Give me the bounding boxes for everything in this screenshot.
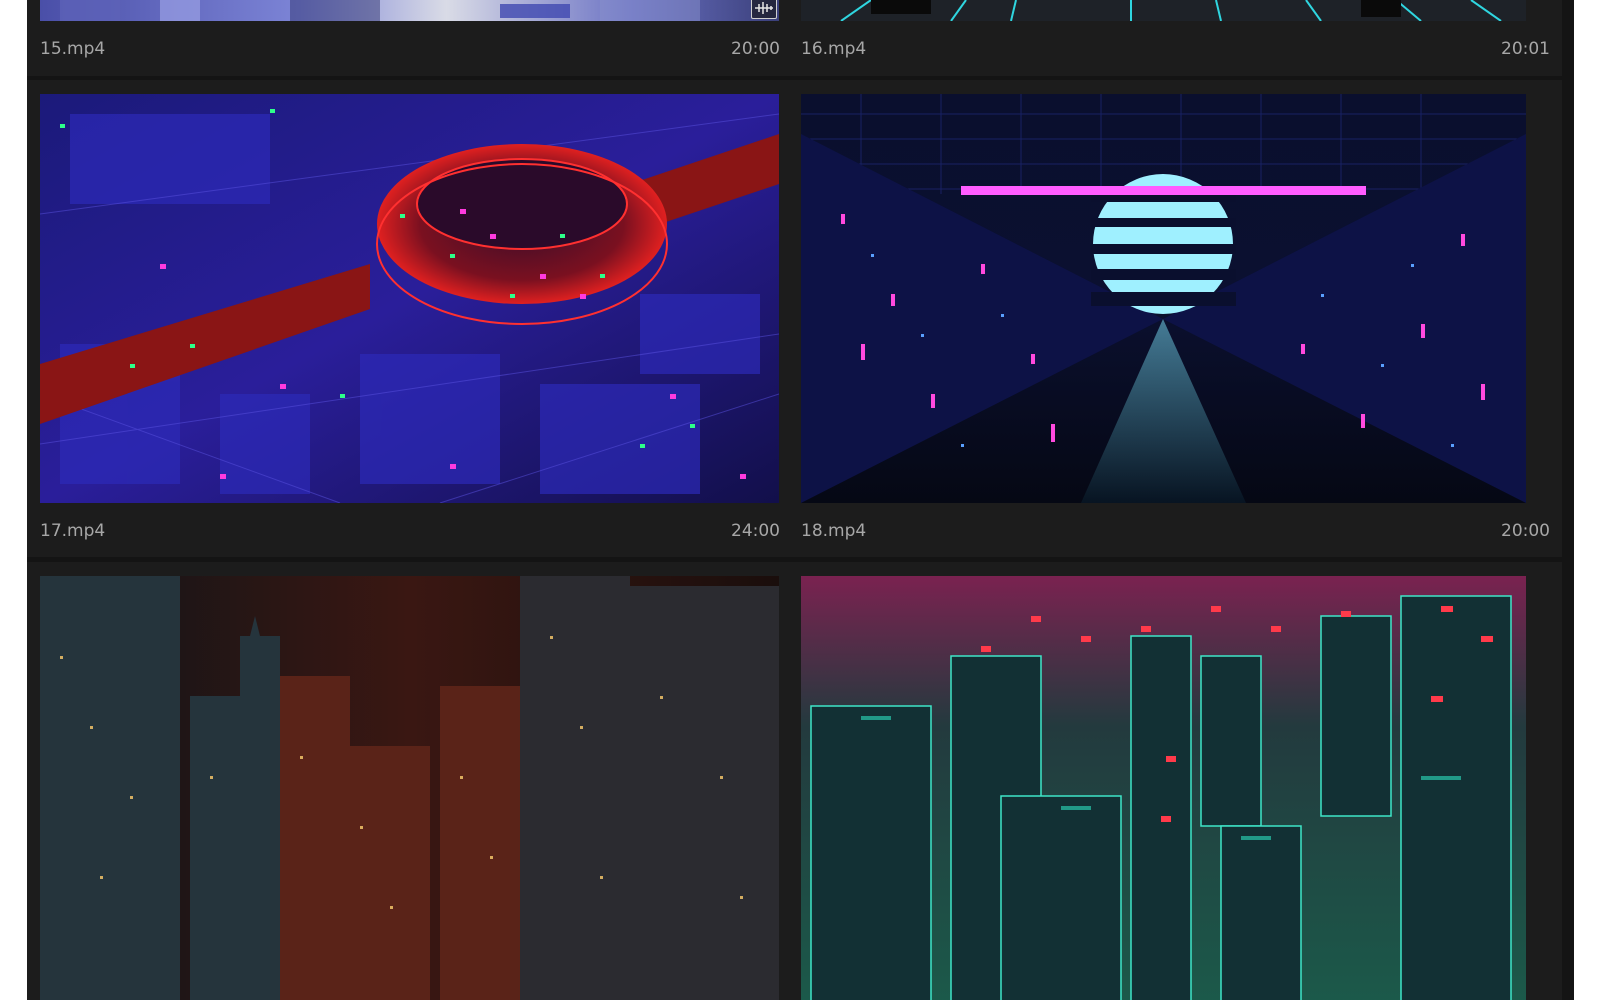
clip-card-15[interactable]: 15.mp4 20:00 [27,0,792,76]
clip-meta-16: 16.mp4 20:01 [801,37,1550,61]
clip-meta-17: 17.mp4 24:00 [40,519,780,543]
clip-thumbnail-19[interactable] [40,576,779,1000]
clip-card-16[interactable]: 16.mp4 20:01 [788,0,1562,76]
clip-thumbnail-15[interactable] [40,0,779,21]
clip-duration: 24:00 [731,521,780,541]
clip-filename: 15.mp4 [40,39,106,59]
clip-filename: 18.mp4 [801,521,867,541]
clip-meta-15: 15.mp4 20:00 [40,37,780,61]
clip-meta-18: 18.mp4 20:00 [801,519,1550,543]
clip-duration: 20:00 [1501,521,1550,541]
clip-thumbnail-18[interactable] [801,94,1526,503]
clip-card-18[interactable]: 18.mp4 20:00 [788,80,1562,557]
clip-card-17[interactable]: 17.mp4 24:00 [27,80,792,557]
clip-filename: 16.mp4 [801,39,867,59]
clip-filename: 17.mp4 [40,521,106,541]
clip-thumbnail-20[interactable] [801,576,1526,1000]
clip-thumbnail-16[interactable] [801,0,1526,21]
clip-card-20[interactable] [788,562,1562,1000]
media-grid: 15.mp4 20:00 16.mp4 20:01 17.mp4 24:00 1… [27,0,1574,1000]
clip-thumbnail-17[interactable] [40,94,779,503]
clip-card-19[interactable] [27,562,792,1000]
clip-duration: 20:01 [1501,39,1550,59]
clip-duration: 20:00 [731,39,780,59]
audio-waveform-icon [751,0,777,19]
